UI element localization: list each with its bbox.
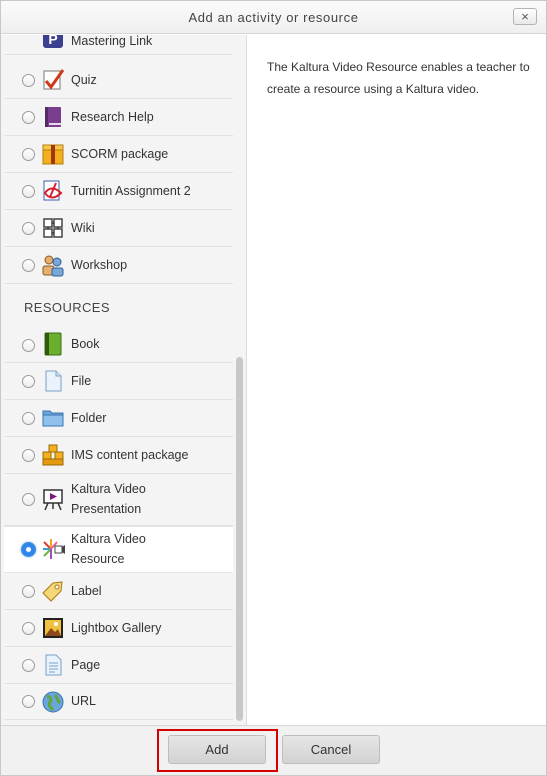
option-page[interactable]: Page: [4, 647, 233, 684]
list-scrollbar[interactable]: [234, 35, 245, 725]
radio-quiz[interactable]: [22, 74, 35, 87]
option-label: Turnitin Assignment 2: [71, 184, 191, 198]
option-folder[interactable]: Folder: [4, 400, 233, 437]
option-scorm-package[interactable]: SCORM package: [4, 136, 233, 173]
lightbox-gallery-icon: [41, 616, 65, 640]
option-quiz[interactable]: Quiz: [4, 62, 233, 99]
page-icon: [41, 653, 65, 677]
option-wiki[interactable]: Wiki: [4, 210, 233, 247]
url-globe-icon: [41, 690, 65, 714]
option-label: IMS content package: [71, 448, 189, 462]
dialog-titlebar: Add an activity or resource ×: [1, 1, 546, 34]
quiz-icon: [41, 68, 65, 92]
option-ims-content-package[interactable]: IMS content package: [4, 437, 233, 474]
radio-turnitin[interactable]: [22, 185, 35, 198]
option-label: Workshop: [71, 258, 128, 272]
mastering-link-icon: P: [41, 35, 65, 51]
option-label: Label: [71, 584, 102, 598]
option-label: Folder: [71, 411, 107, 425]
option-label-line1: Kaltura Video: [71, 482, 146, 496]
option-file[interactable]: File: [4, 363, 233, 400]
option-turnitin-assignment-2[interactable]: Turnitin Assignment 2: [4, 173, 233, 210]
close-button[interactable]: ×: [513, 8, 537, 25]
resources-section-header: RESOURCES: [24, 300, 110, 315]
radio-kaltura-presentation[interactable]: [22, 493, 35, 506]
radio-book[interactable]: [22, 339, 35, 352]
radio-lightbox-gallery[interactable]: [22, 622, 35, 635]
book-purple-icon: [41, 105, 65, 129]
kaltura-resource-icon: [41, 537, 65, 561]
radio-folder[interactable]: [22, 412, 35, 425]
add-button[interactable]: Add: [168, 735, 266, 764]
option-label: Research Help: [71, 110, 154, 124]
dialog-title: Add an activity or resource: [188, 10, 359, 25]
option-label: Quiz: [71, 73, 97, 87]
label-tag-icon: [41, 579, 65, 603]
option-label: URL: [71, 694, 97, 708]
radio-wiki[interactable]: [22, 222, 35, 235]
module-chooser-list[interactable]: P Mastering Link Quiz Research Help SCOR…: [1, 35, 247, 725]
package-box-icon: [41, 142, 65, 166]
kaltura-presentation-icon: [41, 487, 65, 511]
option-url[interactable]: URL: [4, 684, 233, 720]
option-kaltura-video-resource[interactable]: Kaltura Video Resource: [4, 526, 233, 573]
dialog-footer: Add Cancel: [1, 725, 546, 775]
module-summary-pane: The Kaltura Video Resource enables a tea…: [248, 35, 546, 725]
option-book[interactable]: Book: [4, 327, 233, 363]
option-label: Wiki: [71, 221, 95, 235]
option-label: Book: [71, 337, 100, 351]
option-label: SCORM package: [71, 147, 169, 161]
add-activity-dialog: Add an activity or resource × P Masterin…: [0, 0, 547, 776]
radio-workshop[interactable]: [22, 259, 35, 272]
option-label: File: [71, 374, 92, 388]
book-icon: [41, 332, 65, 356]
radio-url[interactable]: [22, 695, 35, 708]
folder-icon: [41, 406, 65, 430]
option-label: Lightbox Gallery: [71, 621, 162, 635]
option-label-resource[interactable]: Label: [4, 573, 233, 610]
option-label: Page: [71, 658, 101, 672]
dialog-body: P Mastering Link Quiz Research Help SCOR…: [1, 35, 546, 725]
option-label-line1: Kaltura Video: [71, 532, 146, 546]
option-mastering-link[interactable]: P Mastering Link: [4, 35, 233, 55]
option-workshop[interactable]: Workshop: [4, 247, 233, 284]
radio-ims[interactable]: [22, 449, 35, 462]
option-research-help[interactable]: Research Help: [4, 99, 233, 136]
file-icon: [41, 369, 65, 393]
radio-scorm-package[interactable]: [22, 148, 35, 161]
cancel-button[interactable]: Cancel: [282, 735, 380, 764]
radio-page[interactable]: [22, 659, 35, 672]
option-lightbox-gallery[interactable]: Lightbox Gallery: [4, 610, 233, 647]
radio-file[interactable]: [22, 375, 35, 388]
option-label-line2: Presentation: [71, 502, 142, 516]
wiki-icon: [41, 216, 65, 240]
turnitin-icon: [41, 179, 65, 203]
module-summary-text: The Kaltura Video Resource enables a tea…: [267, 60, 530, 96]
option-label-line2: Resource: [71, 552, 125, 566]
scrollbar-thumb[interactable]: [236, 357, 243, 721]
option-kaltura-video-presentation[interactable]: Kaltura Video Presentation: [4, 474, 233, 526]
close-icon: ×: [521, 9, 529, 24]
svg-text:P: P: [48, 35, 57, 47]
radio-label[interactable]: [22, 585, 35, 598]
option-label: Mastering Link: [71, 35, 153, 48]
radio-research-help[interactable]: [22, 111, 35, 124]
radio-kaltura-resource-selected[interactable]: [21, 542, 36, 557]
ims-package-icon: [41, 443, 65, 467]
workshop-icon: [41, 253, 65, 277]
